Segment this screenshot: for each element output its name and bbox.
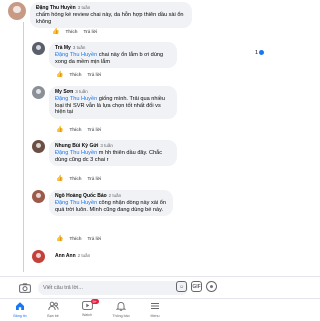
reply-button[interactable]: Trả lời (83, 29, 97, 34)
comment-3: My Sơn 3 tuần Đặng Thu Huyền giống mình. … (32, 86, 177, 119)
like-icon[interactable]: 👍 (56, 235, 63, 242)
comment-actions: 👍 Thích Trả lời (56, 175, 101, 182)
comment-time: 3 tuần (100, 143, 113, 148)
comment-bubble: Ann Ann 2 tuần (49, 250, 121, 263)
avatar[interactable] (32, 140, 45, 153)
comment-6: Ann Ann 2 tuần (32, 250, 121, 263)
comment-time: 3 tuần (77, 5, 91, 10)
home-icon (15, 301, 25, 314)
comment-actions: 👍 Thích Trả lời (52, 28, 97, 35)
comment-actions: 👍 Thích Trả lời (56, 126, 101, 133)
comment-thread: Đặng Thu Huyền 3 tuần chấm hóng ké review… (0, 0, 320, 276)
like-icon[interactable]: 👍 (56, 71, 63, 78)
comment-bubble: Ngô Hoàng Quốc Bảo 2 tuần Đặng Thu Huyền … (49, 190, 173, 217)
comment-1: Đặng Thu Huyền 3 tuần chấm hóng ké review… (8, 2, 192, 29)
mention-link[interactable]: Đặng Thu Huyền (55, 200, 97, 206)
comment-actions: 👍 Thích Trả lời (56, 235, 101, 242)
comment-actions: 👍 Thích Trả lời (56, 71, 101, 78)
like-button[interactable]: Thích (69, 176, 81, 181)
reply-input[interactable]: Viết câu trả lời... (38, 281, 188, 295)
commenter-name[interactable]: Ngô Hoàng Quốc Bảo (55, 193, 107, 199)
comment-bubble: My Sơn 3 tuần Đặng Thu Huyền giống mình. … (49, 86, 177, 119)
watch-icon: 9+ (81, 299, 99, 313)
mention-link[interactable]: Đặng Thu Huyền (55, 96, 97, 102)
thread-line (23, 22, 24, 272)
mention-link[interactable]: Đặng Thu Huyền (55, 52, 97, 58)
reaction-count[interactable]: 1 (255, 50, 265, 56)
avatar[interactable] (32, 250, 45, 263)
commenter-name[interactable]: Đặng Thu Huyền (36, 5, 76, 11)
comment-text: chấm hóng ké review chai này, da hỗn hợp… (36, 12, 184, 25)
comment-time: 3 tuần (72, 45, 86, 50)
emoji-icon[interactable]: ☻ (206, 281, 217, 292)
like-reaction-icon (259, 50, 265, 56)
camera-icon[interactable] (18, 281, 32, 295)
comment-2: Trà My 3 tuần Đặng Thu Huyền chai này ổn … (32, 42, 177, 69)
nav-item-menu[interactable]: Menu (140, 301, 170, 319)
bell-icon (115, 301, 127, 314)
like-button[interactable]: Thích (69, 72, 81, 77)
bottom-navigation: Bảng tin Bạn bè 9+ Watch Thông báo Menu (0, 298, 320, 321)
avatar[interactable] (8, 2, 26, 20)
commenter-name[interactable]: Trà My (55, 45, 71, 51)
comment-bubble: Nhung Bùi Kỳ Gửi 3 tuần Đặng Thu Huyền m … (49, 140, 177, 167)
like-icon[interactable]: 👍 (52, 28, 59, 35)
nav-item-home[interactable]: Bảng tin (5, 301, 35, 319)
reply-button[interactable]: Trả lời (87, 236, 101, 241)
avatar-sticker-icon[interactable]: ☺ (176, 281, 187, 292)
nav-item-friends[interactable]: Bạn bè (38, 301, 68, 319)
like-button[interactable]: Thích (69, 236, 81, 241)
like-button[interactable]: Thích (69, 127, 81, 132)
mention-link[interactable]: Đặng Thu Huyền (55, 150, 97, 156)
comment-time: 2 tuần (77, 253, 91, 258)
reply-button[interactable]: Trả lời (87, 176, 101, 181)
avatar[interactable] (32, 86, 45, 99)
comment-bubble: Đặng Thu Huyền 3 tuần chấm hóng ké review… (30, 2, 192, 29)
comment-bubble: Trà My 3 tuần Đặng Thu Huyền chai này ổn … (49, 42, 177, 69)
commenter-name[interactable]: My Sơn (55, 89, 73, 95)
friends-icon (47, 301, 59, 314)
comment-time: 2 tuần (108, 193, 122, 198)
reply-button[interactable]: Trả lời (87, 72, 101, 77)
like-icon[interactable]: 👍 (56, 126, 63, 133)
notification-badge: 9+ (90, 299, 99, 304)
commenter-name[interactable]: Nhung Bùi Kỳ Gửi (55, 143, 98, 149)
avatar[interactable] (32, 42, 45, 55)
avatar[interactable] (32, 190, 45, 203)
comment-5: Ngô Hoàng Quốc Bảo 2 tuần Đặng Thu Huyền … (32, 190, 173, 217)
like-button[interactable]: Thích (65, 29, 77, 34)
menu-icon (150, 301, 160, 314)
reply-button[interactable]: Trả lời (87, 127, 101, 132)
nav-item-watch[interactable]: 9+ Watch (72, 299, 102, 318)
comment-time: 3 tuần (75, 89, 88, 94)
comment-4: Nhung Bùi Kỳ Gửi 3 tuần Đặng Thu Huyền m … (32, 140, 177, 167)
commenter-name[interactable]: Ann Ann (55, 253, 76, 259)
gif-icon[interactable]: GIF (191, 281, 202, 292)
reply-composer: Viết câu trả lời... ☺ GIF ☻ (0, 276, 320, 299)
nav-item-notifications[interactable]: Thông báo (106, 301, 136, 319)
like-icon[interactable]: 👍 (56, 175, 63, 182)
